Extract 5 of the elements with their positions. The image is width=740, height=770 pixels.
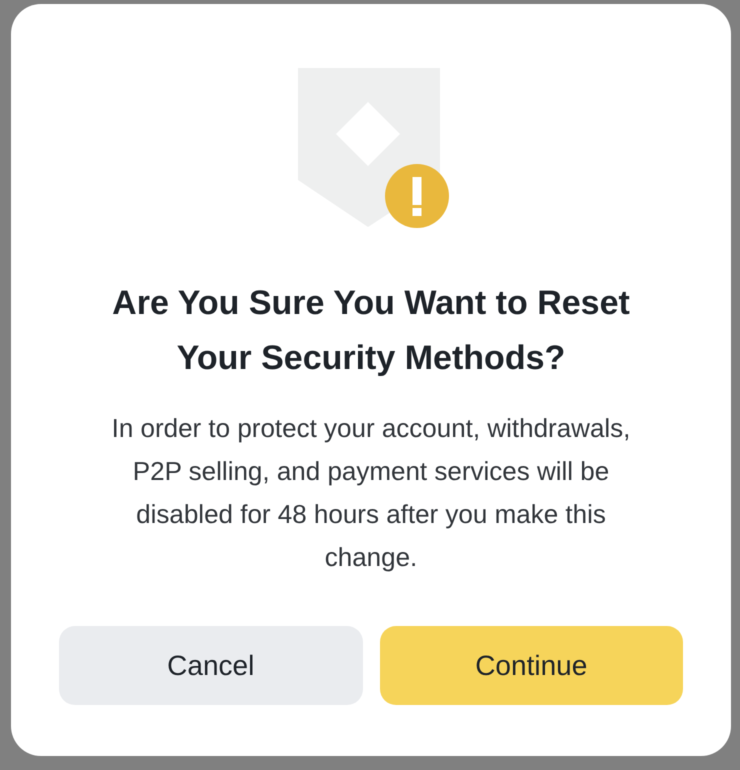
cancel-button[interactable]: Cancel	[59, 626, 362, 705]
dialog-message: In order to protect your account, withdrawals, P2P selling, and payment services will be disabled for 48 hours after you make this change.	[110, 412, 632, 574]
shield-warning-icon	[298, 68, 450, 228]
continue-button[interactable]: Continue	[380, 626, 683, 705]
dialog-title: Are You Sure You Want to Reset Your Security Methods?	[111, 283, 631, 379]
